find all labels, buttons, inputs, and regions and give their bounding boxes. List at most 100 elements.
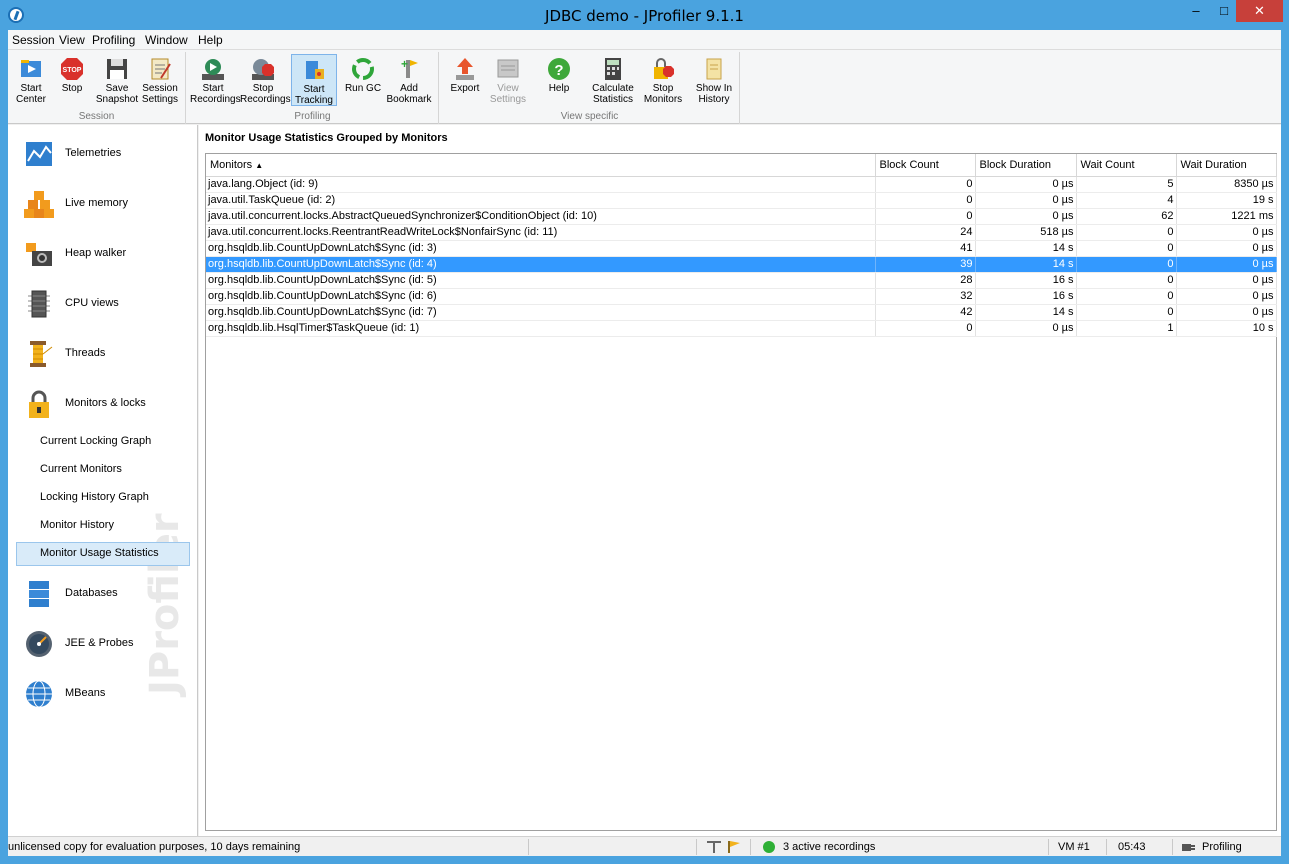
sidebar-subitem-monitor-history[interactable]: Monitor History [16, 514, 190, 538]
run-gc-button[interactable]: Run GC [340, 54, 386, 106]
gauge-icon [26, 631, 52, 657]
table-row[interactable]: org.hsqldb.lib.CountUpDownLatch$Sync (id… [206, 288, 1277, 305]
column-header-wait-duration[interactable]: Wait Duration [1176, 154, 1277, 177]
table-row[interactable]: java.util.concurrent.locks.ReentrantRead… [206, 224, 1277, 241]
add-bookmark-button[interactable]: + Add Bookmark [386, 54, 432, 106]
table-row[interactable]: java.util.TaskQueue (id: 2) 0 0 µs 4 19 s [206, 192, 1277, 209]
heap-walker-icon [26, 243, 52, 266]
save-snapshot-button[interactable]: Save Snapshot [94, 54, 140, 106]
elapsed-time: 05:43 [1118, 841, 1146, 853]
stop-recordings-button[interactable]: Stop Recordings [240, 54, 291, 106]
cell-value: 0 [1076, 304, 1177, 321]
sidebar-subitem-monitor-usage-statistics[interactable]: Monitor Usage Statistics [16, 542, 190, 566]
menu-session[interactable]: Session [12, 33, 55, 47]
table-row[interactable]: org.hsqldb.lib.CountUpDownLatch$Sync (id… [206, 240, 1277, 257]
export-button[interactable]: Export [442, 54, 488, 106]
lock-stop-icon [654, 58, 674, 79]
sidebar-item-monitors-locks[interactable]: Monitors & locks [8, 379, 197, 429]
table-row[interactable]: org.hsqldb.lib.HsqlTimer$TaskQueue (id: … [206, 320, 1277, 337]
table-row[interactable]: org.hsqldb.lib.CountUpDownLatch$Sync (id… [206, 272, 1277, 289]
start-tracking-button[interactable]: Start Tracking [291, 54, 337, 106]
view-settings-icon [497, 59, 519, 78]
sidebar-item-telemetries[interactable]: Telemetries [8, 129, 197, 179]
start-tracking-icon [306, 61, 324, 79]
sidebar-item-heap-walker[interactable]: Heap walker [8, 229, 197, 279]
cell-value: 14 s [975, 304, 1077, 321]
menu-profiling[interactable]: Profiling [92, 33, 135, 47]
cell-monitor-name: java.lang.Object (id: 9) [206, 176, 876, 193]
maximize-button[interactable]: □ [1210, 0, 1238, 22]
cell-value: 0 µs [1176, 304, 1277, 321]
cell-value: 8350 µs [1176, 176, 1277, 193]
cell-value: 0 [875, 208, 976, 225]
cell-value: 0 [1076, 256, 1177, 273]
telemetries-icon [26, 142, 52, 166]
cell-value: 14 s [975, 256, 1077, 273]
minimize-button[interactable]: – [1182, 0, 1210, 22]
help-icon: ? [548, 58, 570, 80]
start-center-button[interactable]: Start Center [8, 54, 54, 106]
connection-plug-icon [1182, 844, 1195, 851]
live-memory-icon [24, 191, 54, 218]
cell-monitor-name: org.hsqldb.lib.CountUpDownLatch$Sync (id… [206, 288, 876, 305]
cell-value: 0 µs [1176, 240, 1277, 257]
column-header-wait-count[interactable]: Wait Count [1076, 154, 1177, 177]
group-label-session: Session [78, 111, 115, 122]
stop-monitors-button[interactable]: Stop Monitors [640, 54, 686, 106]
sidebar-item-jee-probes[interactable]: JEE & Probes [8, 619, 197, 669]
monitor-statistics-table: Monitors ▲ Block Count Block Duration Wa… [206, 154, 1277, 337]
bookmark-pin-icon: + [401, 57, 418, 78]
table-row[interactable]: org.hsqldb.lib.CountUpDownLatch$Sync (id… [206, 256, 1277, 273]
show-in-history-button[interactable]: Show In History [691, 54, 737, 106]
sidebar-item-cpu-views[interactable]: CPU views [8, 279, 197, 329]
column-header-block-duration[interactable]: Block Duration [975, 154, 1077, 177]
cell-value: 0 [1076, 224, 1177, 241]
cell-monitor-name: org.hsqldb.lib.CountUpDownLatch$Sync (id… [206, 240, 876, 257]
sidebar-subitem-current-locking-graph[interactable]: Current Locking Graph [16, 430, 190, 454]
stop-button[interactable]: STOP Stop [49, 54, 95, 106]
flag-icon[interactable] [726, 840, 742, 854]
start-recordings-button[interactable]: Start Recordings [190, 54, 241, 106]
stop-sign-icon: STOP [61, 58, 83, 80]
close-button[interactable]: ✕ [1236, 0, 1283, 22]
sidebar-item-mbeans[interactable]: MBeans [8, 669, 197, 719]
sidebar-subitem-current-monitors[interactable]: Current Monitors [16, 458, 190, 482]
cell-value: 39 [875, 256, 976, 273]
column-header-monitors[interactable]: Monitors ▲ [206, 154, 876, 177]
sidebar-item-databases[interactable]: Databases [8, 569, 197, 619]
cell-value: 0 µs [1176, 272, 1277, 289]
cell-value: 0 µs [975, 208, 1077, 225]
bookmark-status-icon[interactable] [706, 840, 722, 854]
sort-ascending-icon: ▲ [255, 160, 264, 170]
cell-value: 5 [1076, 176, 1177, 193]
table-row[interactable]: java.util.concurrent.locks.AbstractQueue… [206, 208, 1277, 225]
cell-monitor-name: org.hsqldb.lib.CountUpDownLatch$Sync (id… [206, 256, 876, 273]
status-divider [528, 839, 529, 855]
calculator-icon [605, 58, 621, 80]
cell-value: 0 µs [975, 320, 1077, 337]
active-recordings-status[interactable]: 3 active recordings [783, 841, 875, 853]
menu-view[interactable]: View [59, 33, 85, 47]
menu-window[interactable]: Window [145, 33, 188, 47]
svg-text:?: ? [554, 62, 563, 79]
cell-value: 28 [875, 272, 976, 289]
cell-value: 0 µs [1176, 288, 1277, 305]
padlock-icon [29, 390, 49, 418]
session-settings-button[interactable]: Session Settings [137, 54, 183, 106]
floppy-disk-icon [107, 59, 127, 79]
sidebar-item-threads[interactable]: Threads [8, 329, 197, 379]
license-status: unlicensed copy for evaluation purposes,… [8, 841, 301, 853]
toolbar: Start Center STOP Stop Save Snapshot Ses… [8, 50, 1281, 124]
table-row[interactable]: org.hsqldb.lib.CountUpDownLatch$Sync (id… [206, 304, 1277, 321]
menu-help[interactable]: Help [198, 33, 223, 47]
cell-value: 62 [1076, 208, 1177, 225]
view-settings-button[interactable]: View Settings [485, 54, 531, 106]
monitor-statistics-table-container: Monitors ▲ Block Count Block Duration Wa… [205, 153, 1277, 831]
cell-value: 16 s [975, 288, 1077, 305]
help-button[interactable]: ? Help [536, 54, 582, 106]
sidebar-subitem-locking-history-graph[interactable]: Locking History Graph [16, 486, 190, 510]
column-header-block-count[interactable]: Block Count [875, 154, 976, 177]
calculate-statistics-button[interactable]: Calculate Statistics [590, 54, 636, 106]
table-row[interactable]: java.lang.Object (id: 9) 0 0 µs 5 8350 µs [206, 176, 1277, 193]
sidebar-item-live-memory[interactable]: Live memory [8, 179, 197, 229]
